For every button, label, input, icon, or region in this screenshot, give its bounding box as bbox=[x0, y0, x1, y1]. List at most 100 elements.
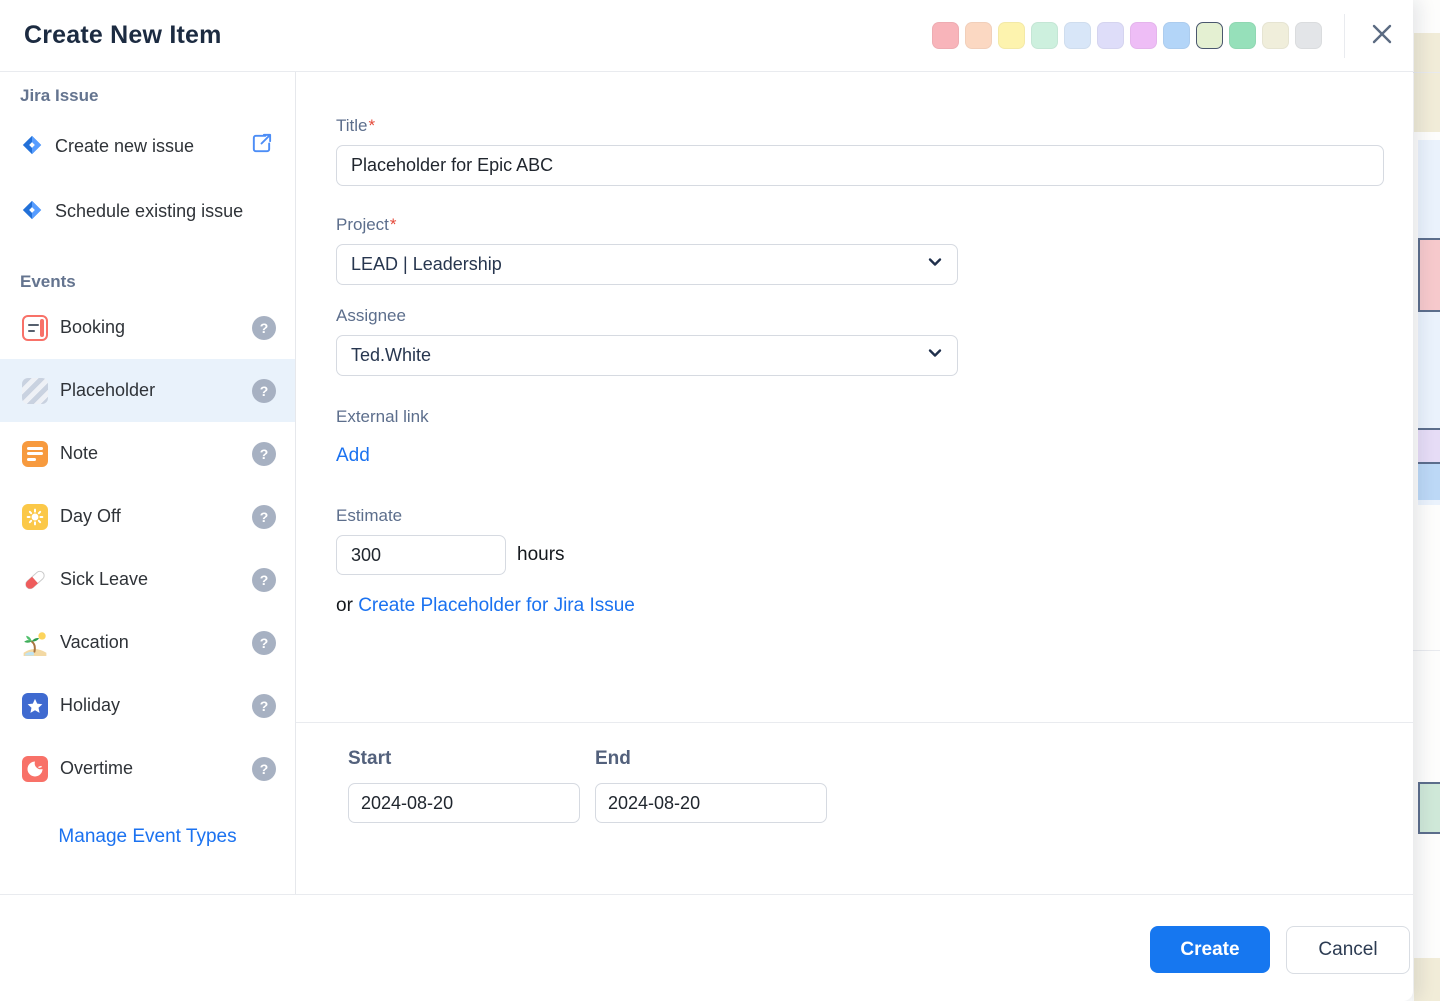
sidebar-item-placeholder[interactable]: Placeholder ? bbox=[0, 359, 295, 422]
overtime-clock-icon bbox=[22, 756, 48, 782]
start-date-input[interactable] bbox=[348, 783, 580, 823]
assignee-label: Assignee bbox=[336, 306, 1385, 326]
external-link-icon[interactable] bbox=[250, 132, 273, 158]
sidebar-item-sick-leave[interactable]: Sick Leave ? bbox=[0, 548, 295, 611]
background-page-strip bbox=[1412, 0, 1440, 1001]
main-form: Title* Project* LEAD | Leadership Assign… bbox=[296, 72, 1413, 894]
background-cell-fragment bbox=[1414, 958, 1440, 1001]
color-swatch-mint[interactable] bbox=[1031, 22, 1058, 49]
color-swatch-yellow[interactable] bbox=[998, 22, 1025, 49]
color-swatch-cream[interactable] bbox=[1262, 22, 1289, 49]
sidebar-item-label: Sick Leave bbox=[60, 569, 252, 590]
note-icon bbox=[22, 441, 48, 467]
color-swatch-pale-green[interactable] bbox=[1196, 22, 1223, 49]
background-cell-fragment bbox=[1418, 782, 1440, 834]
dates-section: Start End bbox=[336, 723, 1385, 823]
project-select-value: LEAD | Leadership bbox=[351, 254, 927, 275]
sidebar-item-label: Vacation bbox=[60, 632, 252, 653]
cancel-button[interactable]: Cancel bbox=[1286, 926, 1410, 974]
close-icon bbox=[1369, 21, 1395, 50]
sidebar-item-label: Booking bbox=[60, 317, 252, 338]
help-icon[interactable]: ? bbox=[252, 568, 276, 592]
screen: Create New Item bbox=[0, 0, 1440, 1001]
chevron-down-icon bbox=[927, 345, 943, 366]
sidebar: Jira Issue Create new issue bbox=[0, 72, 296, 894]
modal-footer: Create Cancel bbox=[0, 894, 1413, 1001]
start-label: Start bbox=[348, 748, 580, 770]
help-icon[interactable]: ? bbox=[252, 631, 276, 655]
color-swatch-row bbox=[932, 22, 1322, 49]
help-icon[interactable]: ? bbox=[252, 505, 276, 529]
estimate-row: hours bbox=[336, 535, 1385, 575]
sidebar-item-label: Note bbox=[60, 443, 252, 464]
end-date-field: End bbox=[595, 748, 827, 823]
background-divider-fragment bbox=[1412, 650, 1440, 651]
sidebar-item-label: Create new issue bbox=[55, 136, 194, 156]
sidebar-item-note[interactable]: Note ? bbox=[0, 422, 295, 485]
day-off-icon bbox=[22, 504, 48, 530]
color-swatch-pink[interactable] bbox=[932, 22, 959, 49]
color-swatch-sky-blue[interactable] bbox=[1163, 22, 1190, 49]
assignee-select[interactable]: Ted.White bbox=[336, 335, 958, 376]
manage-event-types-link[interactable]: Manage Event Types bbox=[58, 826, 236, 848]
jira-icon bbox=[22, 198, 42, 230]
required-asterisk: * bbox=[369, 116, 376, 135]
color-swatch-green[interactable] bbox=[1229, 22, 1256, 49]
end-label: End bbox=[595, 748, 827, 770]
assignee-select-value: Ted.White bbox=[351, 345, 927, 366]
title-label: Title* bbox=[336, 116, 1385, 136]
sidebar-item-vacation[interactable]: Vacation ? bbox=[0, 611, 295, 674]
external-link-label: External link bbox=[336, 407, 1385, 427]
help-icon[interactable]: ? bbox=[252, 694, 276, 718]
sidebar-heading-jira-issue: Jira Issue bbox=[0, 86, 295, 106]
add-external-link-button[interactable]: Add bbox=[336, 445, 370, 467]
sidebar-item-booking[interactable]: Booking ? bbox=[0, 296, 295, 359]
create-placeholder-for-jira-issue-link[interactable]: Create Placeholder for Jira Issue bbox=[358, 595, 635, 617]
help-icon[interactable]: ? bbox=[252, 316, 276, 340]
color-swatch-lavender[interactable] bbox=[1097, 22, 1124, 49]
or-row: or Create Placeholder for Jira Issue bbox=[336, 595, 1385, 617]
beach-icon bbox=[22, 630, 48, 656]
project-label: Project* bbox=[336, 215, 1385, 235]
sidebar-item-holiday[interactable]: Holiday ? bbox=[0, 674, 295, 737]
modal-title: Create New Item bbox=[24, 21, 222, 50]
estimate-input[interactable] bbox=[336, 535, 506, 575]
header-divider bbox=[1344, 14, 1345, 58]
color-swatch-orchid[interactable] bbox=[1130, 22, 1157, 49]
color-swatch-pale-blue[interactable] bbox=[1064, 22, 1091, 49]
pill-icon bbox=[22, 567, 48, 593]
background-cell-fragment bbox=[1418, 462, 1440, 500]
background-cell-fragment bbox=[1414, 33, 1440, 132]
chevron-down-icon bbox=[927, 254, 943, 275]
help-icon[interactable]: ? bbox=[252, 757, 276, 781]
booking-icon bbox=[22, 315, 48, 341]
sidebar-item-label: Placeholder bbox=[60, 380, 252, 401]
star-icon bbox=[22, 693, 48, 719]
sidebar-item-create-new-issue[interactable]: Create new issue bbox=[0, 122, 295, 173]
color-swatch-gray[interactable] bbox=[1295, 22, 1322, 49]
background-cell-fragment bbox=[1418, 428, 1440, 462]
create-button[interactable]: Create bbox=[1150, 926, 1270, 973]
required-asterisk: * bbox=[390, 215, 397, 234]
modal-header: Create New Item bbox=[0, 0, 1413, 72]
estimate-unit-label: hours bbox=[517, 544, 565, 566]
help-icon[interactable]: ? bbox=[252, 442, 276, 466]
modal-body: Jira Issue Create new issue bbox=[0, 72, 1413, 894]
project-select[interactable]: LEAD | Leadership bbox=[336, 244, 958, 285]
placeholder-icon bbox=[22, 378, 48, 404]
title-input[interactable] bbox=[336, 145, 1384, 186]
sidebar-item-label: Day Off bbox=[60, 506, 252, 527]
end-date-input[interactable] bbox=[595, 783, 827, 823]
sidebar-item-label: Overtime bbox=[60, 758, 252, 779]
create-new-item-modal: Create New Item bbox=[0, 0, 1413, 1001]
close-button[interactable] bbox=[1365, 19, 1399, 53]
estimate-label: Estimate bbox=[336, 506, 1385, 526]
sidebar-item-overtime[interactable]: Overtime ? bbox=[0, 737, 295, 800]
start-date-field: Start bbox=[348, 748, 580, 823]
background-divider-fragment bbox=[1412, 72, 1440, 73]
sidebar-item-schedule-existing-issue[interactable]: Schedule existing issue bbox=[0, 187, 295, 238]
color-swatch-peach[interactable] bbox=[965, 22, 992, 49]
help-icon[interactable]: ? bbox=[252, 379, 276, 403]
sidebar-item-day-off[interactable]: Day Off ? bbox=[0, 485, 295, 548]
sidebar-item-label: Schedule existing issue bbox=[55, 201, 243, 221]
